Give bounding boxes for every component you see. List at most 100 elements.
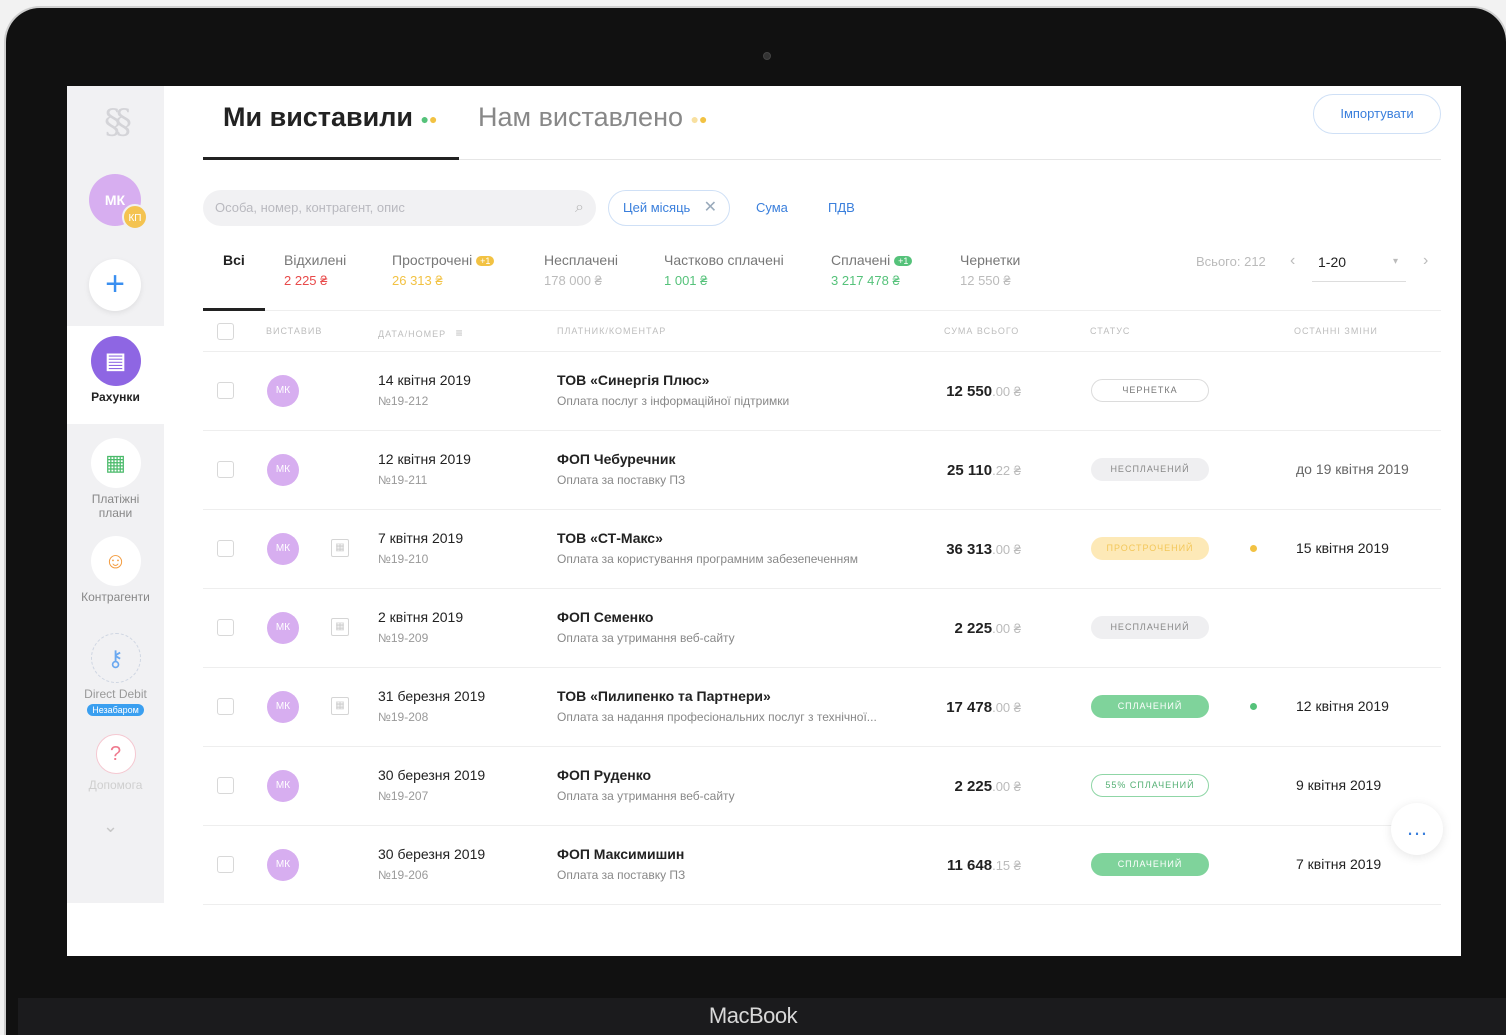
status-tab-label: Частково сплачені bbox=[664, 252, 784, 268]
status-tab-overdue[interactable]: Прострочені +1 26 313 ₴ bbox=[392, 252, 495, 288]
app-logo[interactable]: §§ bbox=[97, 102, 133, 142]
sidebar-item-label: Direct Debit bbox=[84, 687, 147, 701]
row-checkbox[interactable] bbox=[217, 461, 234, 478]
last-changed: 15 квітня 2019 bbox=[1296, 540, 1389, 556]
device-brand: MacBook bbox=[708, 1003, 798, 1028]
tab-label: Нам виставлено bbox=[478, 102, 684, 132]
sum-whole: 2 225 bbox=[954, 620, 993, 637]
sum-decimals: .22 ₴ bbox=[992, 463, 1021, 478]
sum-decimals: .00 ₴ bbox=[992, 700, 1021, 715]
sidebar-item-payment-plans[interactable]: ▦ Платіжні плани bbox=[67, 438, 164, 520]
sidebar-item-label: Допомога bbox=[88, 778, 143, 792]
sidebar: §§ МК КП + ▤ Рахунки ▦ Платіжні плани ☺ … bbox=[67, 86, 164, 903]
column-header-status: СТАТУС bbox=[1090, 326, 1131, 336]
payment-plan-calendar-icon[interactable]: ▦ bbox=[331, 618, 349, 636]
period-filter-chip[interactable]: Цей місяць ✕ bbox=[608, 190, 730, 226]
tab-issued[interactable]: Ми виставили ●● bbox=[223, 102, 437, 133]
status-dots-icon: ●● bbox=[420, 110, 438, 127]
sum-decimals: .00 ₴ bbox=[992, 384, 1021, 399]
status-tab-amount: 26 313 ₴ bbox=[392, 273, 443, 288]
search-input[interactable]: Особа, номер, контрагент, опис ⌕ bbox=[203, 190, 596, 226]
status-tab-rejected[interactable]: Відхилені 2 225 ₴ bbox=[284, 252, 346, 288]
coming-soon-badge: Незабаром bbox=[87, 704, 144, 716]
table-row[interactable]: МК 30 березня 2019 №19-207 ФОП Руденко О… bbox=[203, 747, 1441, 826]
invoice-number: №19-210 bbox=[378, 552, 429, 566]
invoice-sum: 12 550.00 ₴ bbox=[903, 383, 1021, 400]
avatar: МК bbox=[267, 691, 299, 723]
sidebar-item-label: Платіжні плани bbox=[91, 492, 140, 520]
invoice-sum: 36 313.00 ₴ bbox=[903, 541, 1021, 558]
table-row[interactable]: МК 30 березня 2019 №19-206 ФОП Максимиши… bbox=[203, 826, 1441, 905]
status-tab-amount: 12 550 ₴ bbox=[960, 273, 1011, 288]
invoice-date: 31 березня 2019 bbox=[378, 688, 486, 704]
page-range-value: 1-20 bbox=[1318, 254, 1347, 270]
sum-decimals: .15 ₴ bbox=[992, 858, 1021, 873]
invoice-icon: ▤ bbox=[90, 336, 141, 386]
sidebar-item-label: Рахунки bbox=[91, 390, 140, 404]
row-checkbox[interactable] bbox=[217, 540, 234, 557]
status-badge: НЕСПЛАЧЕНИЙ bbox=[1091, 616, 1209, 639]
invoice-date: 30 березня 2019 bbox=[378, 767, 486, 783]
payment-plan-calendar-icon[interactable]: ▦ bbox=[331, 539, 349, 557]
status-tab-drafts[interactable]: Чернетки 12 550 ₴ bbox=[960, 252, 1020, 288]
status-tab-divider bbox=[203, 310, 1441, 311]
invoice-number: №19-209 bbox=[378, 631, 429, 645]
close-icon[interactable]: ✕ bbox=[704, 191, 717, 225]
sidebar-item-label: Контрагенти bbox=[81, 590, 150, 604]
sort-icon[interactable]: ≡ bbox=[456, 326, 464, 340]
sum-decimals: .00 ₴ bbox=[992, 621, 1021, 636]
avatar: МК bbox=[267, 612, 299, 644]
avatar: МК bbox=[267, 770, 299, 802]
chevron-down-icon[interactable]: ⌄ bbox=[103, 816, 118, 837]
table-row[interactable]: МК 14 квітня 2019 №19-212 ТОВ «Синергія … bbox=[203, 352, 1441, 431]
last-changed: 12 квітня 2019 bbox=[1296, 698, 1389, 714]
avatar: МК bbox=[267, 454, 299, 486]
last-changed: 7 квітня 2019 bbox=[1296, 856, 1382, 872]
chevron-right-icon[interactable]: › bbox=[1423, 252, 1428, 270]
key-icon: ⚷ bbox=[90, 633, 141, 683]
chevron-left-icon[interactable]: ‹ bbox=[1290, 252, 1295, 270]
invoice-date: 7 квітня 2019 bbox=[378, 530, 464, 546]
payer-name: ТОВ «Пилипенко та Партнери» bbox=[557, 688, 771, 704]
column-header-sum: СУМА ВСЬОГО bbox=[944, 326, 1020, 336]
table-row[interactable]: МК ▦ 2 квітня 2019 №19-209 ФОП Семенко О… bbox=[203, 589, 1441, 668]
table-row[interactable]: МК ▦ 7 квітня 2019 №19-210 ТОВ «СТ-Макс»… bbox=[203, 510, 1441, 589]
sidebar-item-invoices[interactable]: ▤ Рахунки bbox=[67, 336, 164, 404]
select-all-checkbox[interactable] bbox=[217, 323, 234, 340]
status-badge: ЧЕРНЕТКА bbox=[1091, 379, 1209, 402]
invoice-date: 2 квітня 2019 bbox=[378, 609, 464, 625]
row-checkbox[interactable] bbox=[217, 698, 234, 715]
payer-name: ФОП Максимишин bbox=[557, 846, 685, 862]
status-tab-paid[interactable]: Сплачені +1 3 217 478 ₴ bbox=[831, 252, 913, 288]
chat-icon[interactable]: … bbox=[1391, 803, 1443, 855]
row-checkbox[interactable] bbox=[217, 619, 234, 636]
status-tab-partial[interactable]: Частково сплачені 1 001 ₴ bbox=[664, 252, 784, 288]
payer-name: ФОП Семенко bbox=[557, 609, 654, 625]
vat-filter-link[interactable]: ПДВ bbox=[828, 200, 855, 215]
row-checkbox[interactable] bbox=[217, 382, 234, 399]
search-icon: ⌕ bbox=[575, 199, 584, 216]
row-checkbox[interactable] bbox=[217, 777, 234, 794]
table-row[interactable]: МК ▦ 31 березня 2019 №19-208 ТОВ «Пилипе… bbox=[203, 668, 1441, 747]
import-button[interactable]: Імпортувати bbox=[1313, 94, 1441, 134]
invoice-date: 14 квітня 2019 bbox=[378, 372, 471, 388]
table-row[interactable]: МК 12 квітня 2019 №19-211 ФОП Чебуречник… bbox=[203, 431, 1441, 510]
row-checkbox[interactable] bbox=[217, 856, 234, 873]
status-tab-unpaid[interactable]: Несплачені 178 000 ₴ bbox=[544, 252, 618, 288]
tab-received[interactable]: Нам виставлено ●● bbox=[478, 102, 707, 133]
status-dots-icon: ●● bbox=[690, 110, 708, 127]
column-header-date[interactable]: ДАТА/НОМЕР ≡ bbox=[378, 326, 464, 340]
camera bbox=[763, 52, 771, 60]
invoice-comment: Оплата за утримання веб-сайту bbox=[557, 789, 735, 803]
invoice-comment: Оплата за надання професіональних послуг… bbox=[557, 710, 877, 724]
sidebar-item-contractors[interactable]: ☺ Контрагенти bbox=[67, 536, 164, 604]
sidebar-item-direct-debit[interactable]: ⚷ Direct Debit Незабаром bbox=[67, 633, 164, 716]
status-badge: 55% СПЛАЧЕНИЙ bbox=[1091, 774, 1209, 797]
sidebar-item-help[interactable]: ? Допомога bbox=[67, 734, 164, 792]
payment-plan-calendar-icon[interactable]: ▦ bbox=[331, 697, 349, 715]
page-range-select[interactable]: 1-20 ▾ bbox=[1312, 254, 1406, 282]
sum-filter-link[interactable]: Сума bbox=[756, 200, 788, 215]
add-button[interactable]: + bbox=[89, 259, 141, 311]
count-badge: +1 bbox=[894, 256, 913, 267]
status-tab-all[interactable]: Всі bbox=[223, 252, 245, 268]
